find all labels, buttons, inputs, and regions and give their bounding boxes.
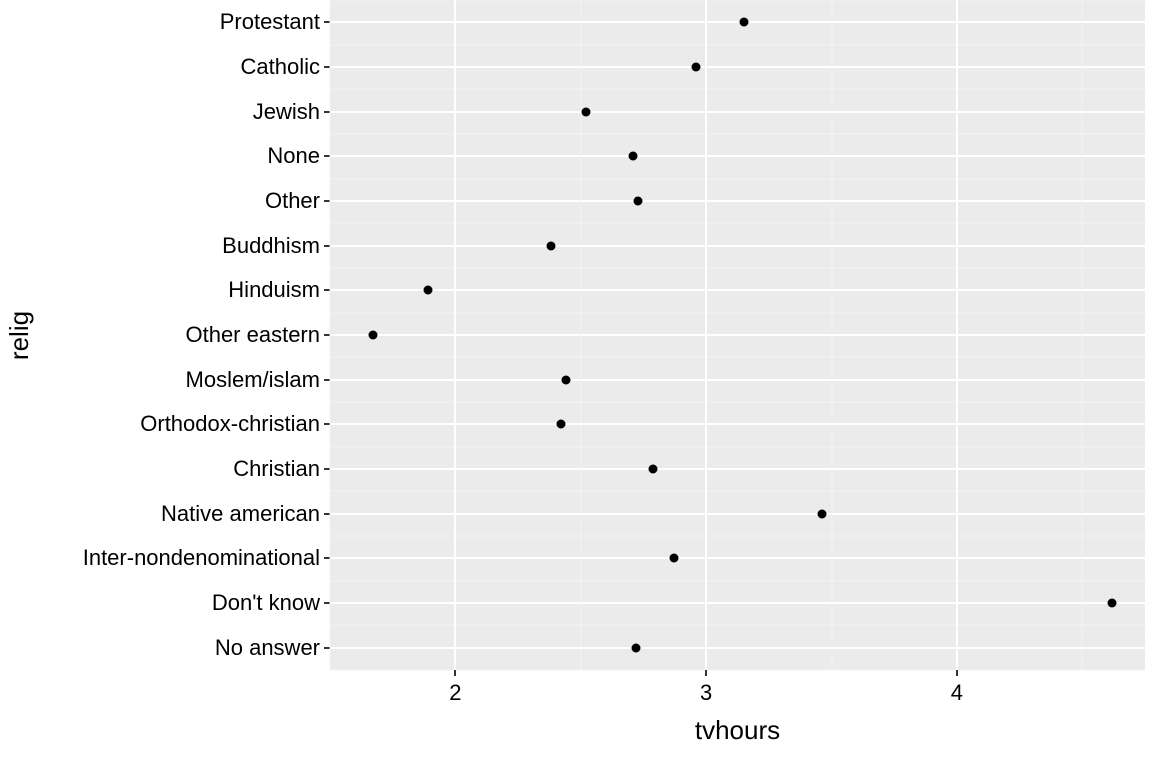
y-axis-title: relig xyxy=(0,0,40,670)
data-point xyxy=(581,107,590,116)
hgrid-minor xyxy=(330,536,1145,537)
hgrid-minor xyxy=(330,178,1145,179)
y-tick-label: No answer xyxy=(215,635,320,661)
hgrid-minor xyxy=(330,223,1145,224)
y-tick-label: Catholic xyxy=(241,54,320,80)
data-point xyxy=(817,509,826,518)
y-tick-label: Native american xyxy=(161,501,320,527)
hgrid-minor xyxy=(330,580,1145,581)
vgrid-major xyxy=(956,0,958,670)
x-tick-label: 3 xyxy=(700,680,712,706)
hgrid-major xyxy=(330,513,1145,515)
vgrid-minor xyxy=(330,0,331,670)
hgrid-major xyxy=(330,647,1145,649)
x-axis-title-text: tvhours xyxy=(695,715,780,745)
vgrid-major xyxy=(454,0,456,670)
hgrid-minor xyxy=(330,312,1145,313)
hgrid-major xyxy=(330,289,1145,291)
data-point xyxy=(739,18,748,27)
y-tick-label: Other eastern xyxy=(185,322,320,348)
hgrid-minor xyxy=(330,44,1145,45)
y-axis-title-text: relig xyxy=(5,310,36,359)
data-point xyxy=(561,375,570,384)
y-tick-label: Moslem/islam xyxy=(186,367,320,393)
data-point xyxy=(634,197,643,206)
x-axis-title: tvhours xyxy=(330,715,1145,746)
x-tick-mark xyxy=(705,670,707,676)
hgrid-minor xyxy=(330,625,1145,626)
hgrid-major xyxy=(330,200,1145,202)
hgrid-minor xyxy=(330,89,1145,90)
hgrid-minor xyxy=(330,0,1145,1)
x-tick-label: 4 xyxy=(951,680,963,706)
data-point xyxy=(546,241,555,250)
hgrid-minor xyxy=(330,402,1145,403)
vgrid-minor xyxy=(1082,0,1083,670)
y-tick-label: Don't know xyxy=(212,590,320,616)
data-point xyxy=(423,286,432,295)
x-axis-ticks: 2 3 4 xyxy=(330,670,1145,710)
data-point xyxy=(649,465,658,474)
hgrid-minor xyxy=(330,357,1145,358)
data-point xyxy=(631,643,640,652)
hgrid-major xyxy=(330,379,1145,381)
data-point xyxy=(368,331,377,340)
hgrid-major xyxy=(330,423,1145,425)
y-tick-label: Orthodox-christian xyxy=(140,411,320,437)
hgrid-major xyxy=(330,245,1145,247)
x-tick-mark xyxy=(454,670,456,676)
hgrid-major xyxy=(330,111,1145,113)
hgrid-major xyxy=(330,468,1145,470)
vgrid-minor xyxy=(580,0,581,670)
y-tick-label: Protestant xyxy=(220,9,320,35)
y-axis-labels: Protestant Catholic Jewish None Other Buddhis… xyxy=(40,0,330,670)
x-tick-mark xyxy=(956,670,958,676)
plot-area xyxy=(330,0,1145,670)
hgrid-major xyxy=(330,66,1145,68)
hgrid-major xyxy=(330,155,1145,157)
hgrid-minor xyxy=(330,268,1145,269)
y-tick-label: Christian xyxy=(233,456,320,482)
hgrid-minor xyxy=(330,491,1145,492)
vgrid-major xyxy=(705,0,707,670)
data-point xyxy=(669,554,678,563)
vgrid-minor xyxy=(831,0,832,670)
hgrid-minor xyxy=(330,446,1145,447)
chart-container: relig Protestant Catholic Jewish None Other B… xyxy=(0,0,1152,768)
y-tick-label: Jewish xyxy=(253,99,320,125)
y-tick-label: Inter-nondenominational xyxy=(83,545,320,571)
data-point xyxy=(556,420,565,429)
y-tick-label: None xyxy=(267,143,320,169)
y-tick-label: Buddhism xyxy=(222,233,320,259)
hgrid-major xyxy=(330,21,1145,23)
data-point xyxy=(692,63,701,72)
x-tick-label: 2 xyxy=(449,680,461,706)
hgrid-major xyxy=(330,557,1145,559)
hgrid-major xyxy=(330,334,1145,336)
hgrid-major xyxy=(330,602,1145,604)
hgrid-minor xyxy=(330,134,1145,135)
y-tick-label: Hinduism xyxy=(228,277,320,303)
y-tick-label: Other xyxy=(265,188,320,214)
data-point xyxy=(1108,599,1117,608)
data-point xyxy=(629,152,638,161)
